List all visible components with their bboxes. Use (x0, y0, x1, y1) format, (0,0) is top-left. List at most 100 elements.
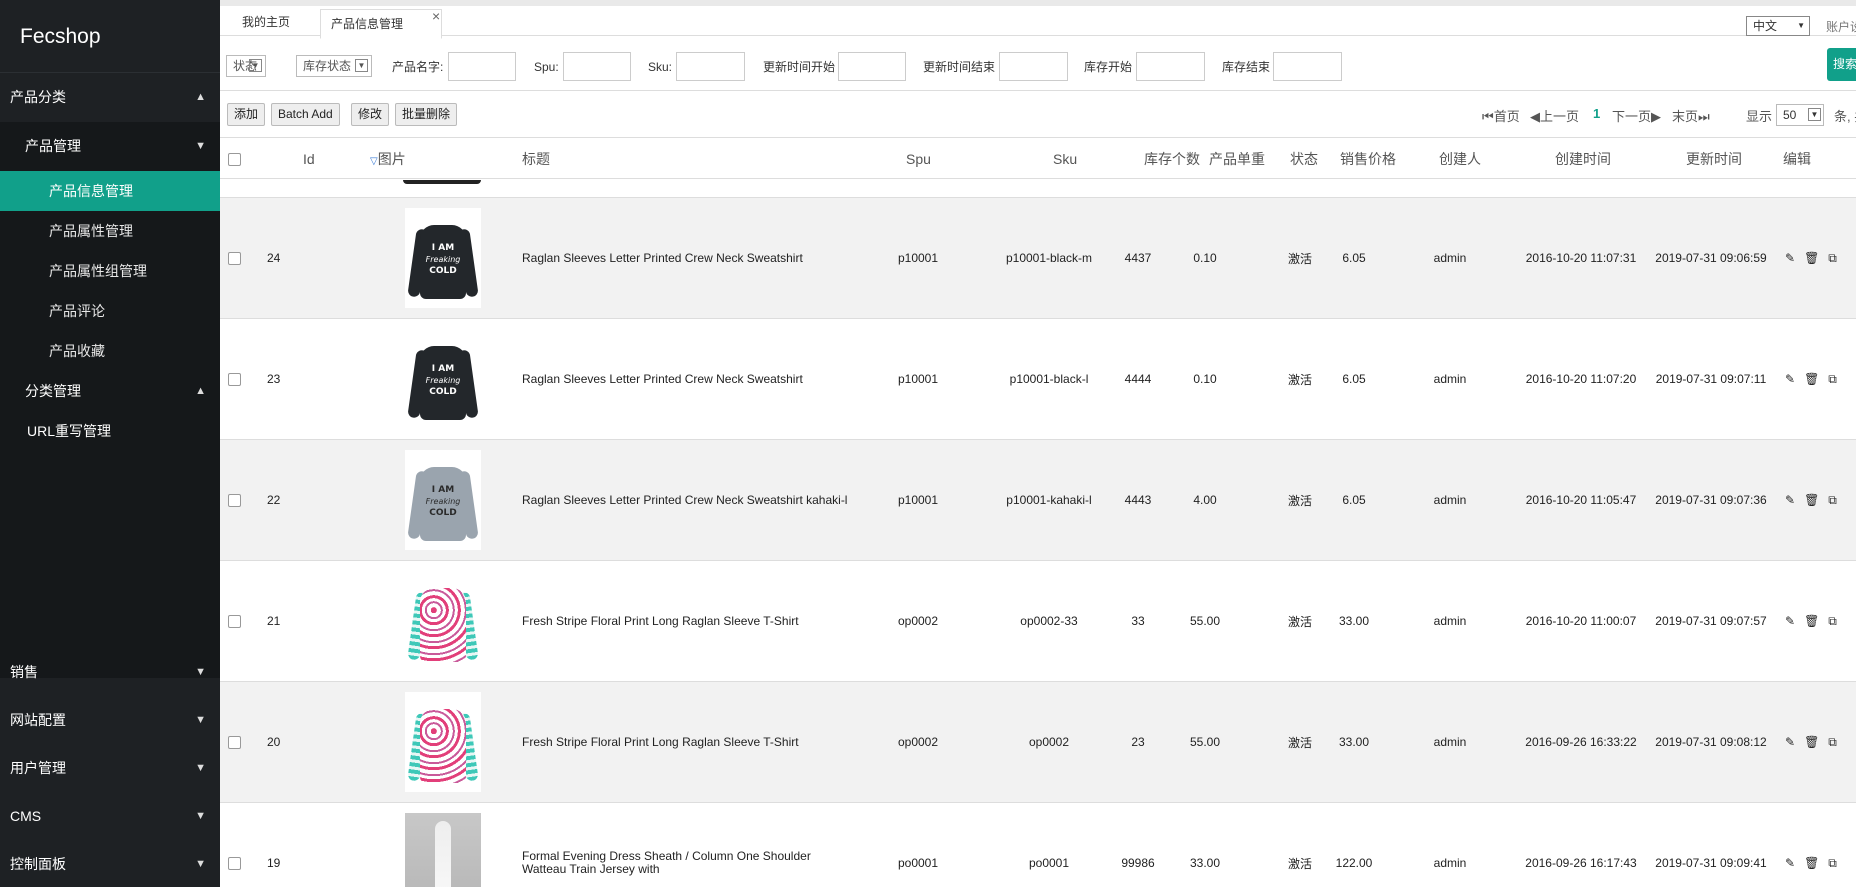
trash-icon[interactable]: 🗑 (1804, 856, 1819, 871)
copy-icon[interactable]: ⧉ (1828, 856, 1837, 871)
nav-site-config[interactable]: 网站配置 ▼ (0, 696, 220, 744)
nav-cms[interactable]: CMS ▼ (0, 792, 220, 840)
nav-product-management[interactable]: 产品管理 ▼ (0, 122, 220, 171)
copy-icon[interactable]: ⧉ (1828, 735, 1837, 750)
tab-product-info[interactable]: 产品信息管理 (320, 9, 442, 39)
header-id[interactable]: Id (303, 139, 315, 179)
pager-last[interactable]: 末页⏭ (1672, 106, 1710, 125)
sweatshirt-image: I AM Freaking COLD (407, 334, 479, 424)
pager-current-page[interactable]: 1 (1593, 106, 1600, 121)
table-row[interactable]: 23 I AM Freaking COLD Raglan Sleeves Letter … (220, 319, 1856, 440)
trash-icon[interactable]: 🗑 (1804, 614, 1819, 629)
trash-icon[interactable]: 🗑 (1804, 735, 1819, 750)
stock-status-filter-select[interactable]: 库存状态 ▼ (296, 55, 372, 77)
add-button[interactable]: 添加 (227, 103, 266, 126)
nav-bottom-group: 销售 ▼ 网站配置 ▼ 用户管理 ▼ CMS ▼ 控制面板 ▼ (0, 648, 220, 888)
nav-sales[interactable]: 销售 ▼ (0, 648, 220, 696)
nav-dashboard[interactable]: 控制面板 ▼ (0, 840, 220, 888)
product-thumbnail[interactable]: I AM Freaking COLD (405, 208, 481, 308)
cell-stock: 4437 (1124, 251, 1152, 265)
table-row[interactable]: 22 I AM Freaking COLD Raglan Sleeves Letter … (220, 440, 1856, 561)
table-row[interactable]: 20 Fresh Stripe Floral Print Long Raglan … (220, 682, 1856, 803)
caret-down-icon: ▼ (195, 666, 206, 678)
pager-next[interactable]: 下一页▶ (1612, 106, 1661, 125)
product-thumbnail[interactable] (405, 571, 481, 671)
header-creator[interactable]: 创建人 (1439, 139, 1481, 179)
page-size-select[interactable]: 50 ▼ (1776, 104, 1824, 126)
copy-icon[interactable]: ⧉ (1828, 251, 1837, 266)
product-name-input[interactable] (448, 52, 516, 81)
cell-spu: po0001 (897, 856, 939, 870)
header-spu[interactable]: Spu (906, 139, 931, 179)
cell-title: Fresh Stripe Floral Print Long Raglan Sl… (522, 734, 799, 749)
edit-pencil-icon[interactable]: ✎ (1785, 372, 1795, 387)
edit-button[interactable]: 修改 (351, 103, 390, 126)
updated-end-input[interactable] (999, 52, 1068, 81)
row-checkbox[interactable] (228, 251, 241, 265)
row-checkbox[interactable] (228, 614, 241, 628)
edit-pencil-icon[interactable]: ✎ (1785, 735, 1795, 750)
status-filter-select[interactable]: 状态 ▼ (226, 55, 266, 77)
header-status[interactable]: 状态 (1290, 139, 1318, 179)
trash-icon[interactable]: 🗑 (1804, 493, 1819, 508)
close-icon[interactable]: × (432, 8, 440, 24)
header-title[interactable]: 标题 (522, 139, 550, 179)
stock-end-input[interactable] (1273, 52, 1342, 81)
edit-pencil-icon[interactable]: ✎ (1785, 493, 1795, 508)
tab-home[interactable]: 我的主页 (232, 12, 300, 36)
brand-logo[interactable]: Fecshop (0, 0, 220, 73)
spu-input[interactable] (563, 52, 631, 81)
product-thumbnail[interactable] (405, 813, 481, 887)
language-select[interactable]: 中文 ▼ (1746, 16, 1810, 36)
header-price[interactable]: 销售价格 (1340, 139, 1396, 179)
nav-item-product-attribute[interactable]: 产品属性管理 (0, 211, 220, 251)
row-checkbox[interactable] (228, 856, 241, 870)
nav-product-category[interactable]: 产品分类 ▲ (0, 73, 220, 122)
nav-category-management[interactable]: 分类管理 ▲ (0, 371, 220, 411)
table-row[interactable]: 21 Fresh Stripe Floral Print Long Raglan … (220, 561, 1856, 682)
row-checkbox[interactable] (228, 493, 241, 507)
header-created-at[interactable]: 创建时间 (1555, 139, 1611, 179)
nav-item-product-favorite[interactable]: 产品收藏 (0, 331, 220, 371)
nav-user-management[interactable]: 用户管理 ▼ (0, 744, 220, 792)
pager-prev[interactable]: ◀上一页 (1530, 106, 1579, 125)
stock-end-label: 库存结束 (1222, 60, 1271, 74)
nav-item-product-attribute-group[interactable]: 产品属性组管理 (0, 251, 220, 291)
copy-icon[interactable]: ⧉ (1828, 614, 1837, 629)
account-link[interactable]: 账户设置 (1826, 18, 1856, 35)
trash-icon[interactable]: 🗑 (1804, 251, 1819, 266)
table-row[interactable]: 24 I AM Freaking COLD Raglan Sleeves Letter … (220, 198, 1856, 319)
edit-pencil-icon[interactable]: ✎ (1785, 251, 1795, 266)
batch-delete-button[interactable]: 批量删除 (395, 103, 458, 126)
pager-first[interactable]: ⏮首页 (1482, 106, 1520, 125)
select-all-checkbox[interactable] (228, 152, 241, 166)
sku-input[interactable] (676, 52, 745, 81)
table-row[interactable]: 19 Formal Evening Dress Sheath / Column O… (220, 803, 1856, 887)
copy-icon[interactable]: ⧉ (1828, 372, 1837, 387)
header-unit-price[interactable]: 产品单重 (1209, 139, 1265, 179)
product-thumbnail[interactable]: I AM Freaking COLD (405, 329, 481, 429)
search-button[interactable]: 搜索 (1827, 48, 1856, 81)
nav-item-url-rewrite[interactable]: URL重写管理 (0, 411, 220, 451)
page-size-suffix: 条, 共 (1834, 109, 1856, 124)
nav-item-product-info[interactable]: 产品信息管理 (0, 171, 220, 211)
row-checkbox[interactable] (228, 372, 241, 386)
caret-down-icon: ▼ (195, 810, 206, 822)
edit-pencil-icon[interactable]: ✎ (1785, 614, 1795, 629)
nav-item-product-review[interactable]: 产品评论 (0, 291, 220, 331)
edit-pencil-icon[interactable]: ✎ (1785, 856, 1795, 871)
header-updated-at[interactable]: 更新时间 (1686, 139, 1742, 179)
product-thumbnail[interactable]: I AM Freaking COLD (405, 450, 481, 550)
cell-spu: p10001 (897, 372, 939, 386)
stock-start-input[interactable] (1136, 52, 1205, 81)
header-sku[interactable]: Sku (1053, 139, 1077, 179)
caret-down-icon: ▼ (195, 858, 206, 870)
product-thumbnail[interactable] (405, 692, 481, 792)
header-stock[interactable]: 库存个数 (1144, 139, 1200, 179)
row-checkbox[interactable] (228, 735, 241, 749)
copy-icon[interactable]: ⧉ (1828, 493, 1837, 508)
updated-start-input[interactable] (838, 52, 906, 81)
trash-icon[interactable]: 🗑 (1804, 372, 1819, 387)
batch-add-button[interactable]: Batch Add (271, 103, 340, 126)
header-image[interactable]: ▽图片 (370, 139, 406, 179)
